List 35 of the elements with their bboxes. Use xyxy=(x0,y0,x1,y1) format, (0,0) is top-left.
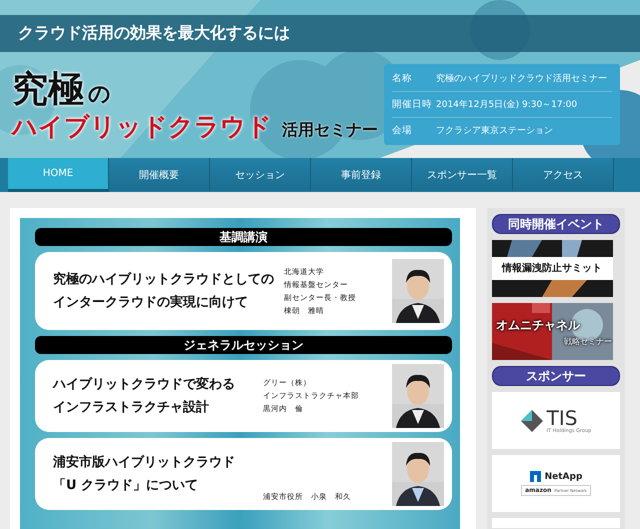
session-title: ハイブリットクラウドで変わる xyxy=(53,376,236,393)
logo-subtitle: ハイブリッドクラウド xyxy=(12,111,272,143)
info-label: 会場 xyxy=(392,124,413,137)
nav-tab[interactable]: セッション xyxy=(210,158,311,191)
event-title: オムニチャネル xyxy=(496,317,580,334)
event-banner[interactable]: 情報漏洩防止サミット xyxy=(492,240,620,297)
session-title: インフラストラクチャ設計 xyxy=(53,399,210,416)
section-heading: 基調講演 xyxy=(35,228,452,246)
info-value: 2014年12月5日(金) 9:30～17:00 xyxy=(436,98,578,111)
session-title: 浦安市版ハイブリットクラウド xyxy=(53,454,236,471)
event-subtitle: 戦略セミナー xyxy=(564,336,612,347)
header-tagline: クラウド活用の効果を最大化するには xyxy=(18,23,290,44)
sponsor-name: NetApp xyxy=(544,472,582,482)
event-banner[interactable]: オムニチャネル 戦略セミナー xyxy=(492,303,620,360)
sponsor-name: TIS xyxy=(546,408,578,428)
session-title: 「U クラウド」について xyxy=(53,477,200,494)
info-value: 究極のハイブリッドクラウド活用セミナー xyxy=(436,72,607,85)
logo-suffix: 活用セミナー xyxy=(282,120,378,141)
nav-tab[interactable]: アクセス xyxy=(513,158,614,191)
info-value: フクラシア東京ステーション xyxy=(436,124,553,137)
netapp-logo-icon xyxy=(530,471,541,482)
nav-tab[interactable]: 開催概要 xyxy=(109,158,210,191)
sidebar-heading: 同時開催イベント xyxy=(492,214,620,234)
session-title: 究極のハイブリットクラウドとしての xyxy=(53,271,274,288)
info-label: 開催日時 xyxy=(392,98,433,111)
nav-tab[interactable]: 事前登録 xyxy=(311,158,412,191)
logo-particle: の xyxy=(88,81,111,109)
sidebar-heading: スポンサー xyxy=(492,366,620,386)
sponsor-card[interactable] xyxy=(492,518,620,528)
section-heading: ジェネラルセッション xyxy=(35,336,452,354)
info-label: 名称 xyxy=(392,72,413,85)
session-title: インタークラウドの実現に向けて xyxy=(53,294,249,311)
diamond-logo-icon xyxy=(520,410,543,432)
nav-tab[interactable]: スポンサー一覧 xyxy=(412,158,513,191)
logo-title: 究極 xyxy=(12,70,84,110)
